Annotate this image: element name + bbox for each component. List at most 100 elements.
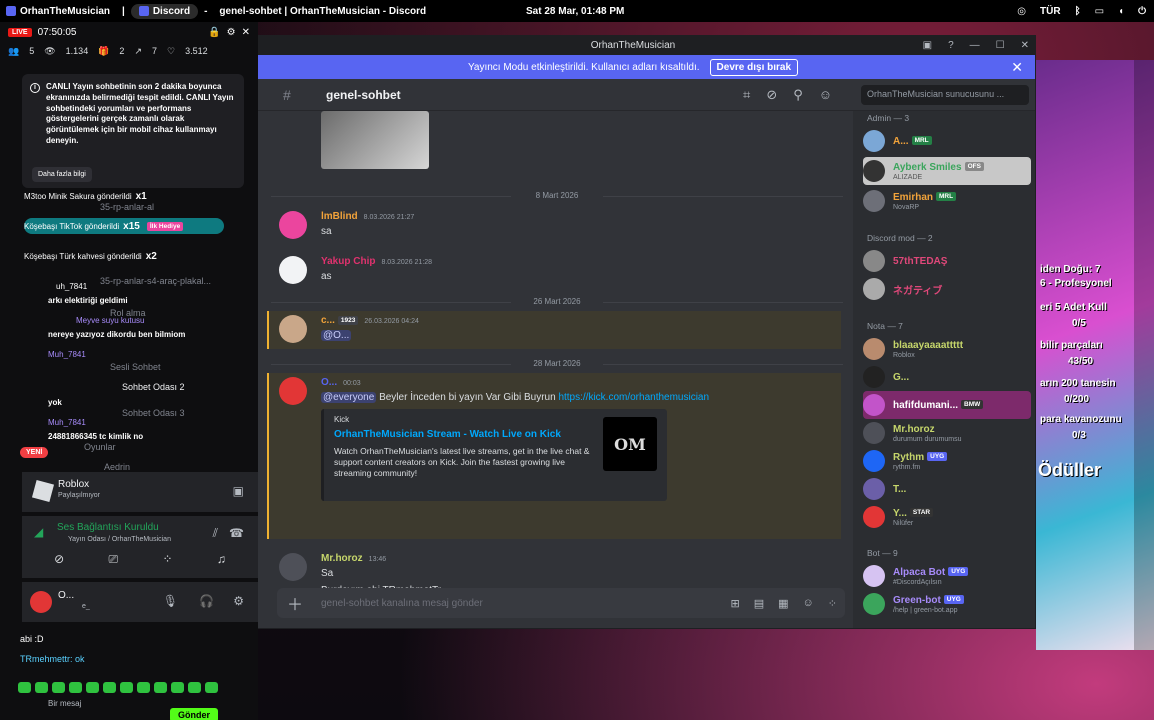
language-indicator[interactable]: TÜR [1040, 6, 1061, 17]
channel-item[interactable]: Aedrin [104, 462, 130, 472]
pin-icon[interactable]: ⚲ [793, 87, 803, 103]
member-item[interactable]: Green-bot UYG/help | green-bot.app [863, 590, 1031, 618]
sticker-icon[interactable]: ▦ [778, 597, 788, 610]
channel-category[interactable]: Sesli Sohbet [110, 362, 161, 372]
avatar[interactable] [30, 591, 52, 613]
emote-icon[interactable] [137, 682, 150, 693]
headphones-icon[interactable]: 🎧 [199, 594, 214, 608]
message-author[interactable]: Yakup Chip [321, 256, 375, 267]
avatar[interactable] [279, 256, 307, 284]
soundboard-button[interactable]: ♫ [217, 552, 226, 567]
help-icon[interactable]: ? [948, 40, 954, 51]
apps-icon[interactable]: ⁘ [828, 597, 837, 610]
settings-icon[interactable]: ◎ [1017, 6, 1026, 17]
settings-icon[interactable]: ⚙ [227, 27, 236, 38]
maximize-button[interactable]: ☐ [996, 40, 1005, 51]
members-icon[interactable]: ☺ [819, 87, 832, 103]
member-item[interactable]: G... [863, 363, 1031, 391]
gift-icon[interactable]: ⊞ [731, 597, 740, 610]
chat-username[interactable]: uh_7841 [56, 282, 258, 291]
share-screen-icon[interactable]: ▣ [233, 484, 244, 498]
taskbar-app-orhan[interactable]: OrhanTheMusician [0, 6, 116, 17]
member-item[interactable]: ネガティブ [863, 275, 1031, 303]
member-item[interactable]: 57thTEDAŞ [863, 247, 1031, 275]
camera-off-button[interactable]: ⊘ [54, 552, 64, 567]
channel-category[interactable]: Oyunlar [84, 442, 116, 452]
taskbar-window-title[interactable]: genel-sohbet | OrhanTheMusician - Discor… [213, 6, 432, 17]
threads-icon[interactable]: ⌗ [743, 87, 750, 103]
emote-icon[interactable] [52, 682, 65, 693]
chat-username[interactable]: Muh_7841 [48, 418, 258, 427]
banner-close-icon[interactable]: ✕ [1011, 59, 1023, 76]
member-item[interactable]: Mr.horoz durumum durumumsu [863, 419, 1031, 447]
emote-icon[interactable] [35, 682, 48, 693]
add-attachment-icon[interactable]: ＋ [287, 591, 303, 615]
emote-icon[interactable] [205, 682, 218, 693]
member-item[interactable]: blaaayaaaattttt Roblox [863, 335, 1031, 363]
discord-title: OrhanTheMusician [590, 40, 676, 51]
avatar[interactable] [279, 377, 307, 405]
disable-streamer-mode-button[interactable]: Devre dışı bırak [709, 58, 799, 76]
message-author[interactable]: O... [321, 377, 337, 388]
emote-icon[interactable] [188, 682, 201, 693]
embed-thumbnail[interactable]: OM [603, 417, 657, 471]
user-settings-icon[interactable]: ⚙ [233, 594, 244, 608]
chat-username[interactable]: Muh_7841 [48, 350, 258, 359]
close-overlay-icon[interactable]: ✕ [242, 27, 250, 38]
screen-icon[interactable]: ▭ [1095, 6, 1104, 17]
emoji-icon[interactable]: ☺ [803, 597, 814, 610]
user-name[interactable]: O... [58, 590, 74, 601]
search-input[interactable]: OrhanTheMusician sunucusunu ... [861, 85, 1029, 105]
emote-icon[interactable] [18, 682, 31, 693]
emote-icon[interactable] [154, 682, 167, 693]
microphone-icon[interactable]: 🎙 [163, 594, 178, 608]
message-author[interactable]: Mr.horoz [321, 553, 363, 564]
send-button[interactable]: Gönder [170, 708, 218, 720]
avatar[interactable] [279, 211, 307, 239]
activities-button[interactable]: ⁘ [162, 552, 172, 567]
channel-item[interactable]: Sohbet Odası 3 [122, 408, 185, 418]
chat-input[interactable]: Bir mesaj [48, 699, 88, 709]
screen-share-button[interactable]: ⎚ [109, 552, 119, 567]
emote-icon[interactable] [120, 682, 133, 693]
power-icon[interactable]: ⏻ [1138, 6, 1146, 17]
message-author[interactable]: c... [321, 315, 335, 326]
learn-more-button[interactable]: Daha fazla bilgi [32, 166, 92, 182]
message-author[interactable]: lmBlind [321, 211, 358, 222]
channel-item[interactable]: 35-rp-anlar-al [100, 202, 154, 212]
inbox-icon[interactable]: ▣ [923, 40, 932, 51]
member-item[interactable]: Ayberk Smiles OFS ALIZADE [863, 157, 1031, 185]
member-item[interactable]: Emirhan MRL NovaRP [863, 187, 1031, 215]
taskbar-app-discord[interactable]: Discord [130, 3, 199, 19]
os-clock[interactable]: Sat 28 Mar, 01:48 PM [520, 6, 630, 17]
emote-icon[interactable] [86, 682, 99, 693]
member-item[interactable]: hafifdumani... BMW [863, 391, 1031, 419]
voice-status[interactable]: Ses Bağlantısı Kuruldu [57, 522, 159, 533]
lock-icon[interactable]: 🔒 [208, 27, 220, 38]
member-item[interactable]: A... MRL [863, 127, 1031, 155]
noise-suppression-icon[interactable]: ⫽ [213, 526, 218, 541]
member-item[interactable]: Alpaca Bot UYG #DiscordAçılsın [863, 562, 1031, 590]
gif-icon[interactable]: ▤ [754, 597, 764, 610]
bluetooth-icon[interactable]: ᛒ [1075, 6, 1081, 17]
disconnect-icon[interactable]: ☎ [229, 526, 244, 540]
channel-item-sohbet-odasi-2[interactable]: Sohbet Odası 2 [122, 382, 185, 392]
user-mention[interactable]: @O... [321, 330, 352, 341]
message-link[interactable]: https://kick.com/orhanthemusician [558, 392, 709, 403]
avatar[interactable] [279, 315, 307, 343]
emote-icon[interactable] [69, 682, 82, 693]
everyone-mention[interactable]: @everyone [321, 392, 377, 403]
volume-icon[interactable]: ◖ [1118, 6, 1124, 17]
avatar[interactable] [279, 553, 307, 581]
image-attachment[interactable] [321, 111, 429, 169]
emote-icon[interactable] [171, 682, 184, 693]
member-item[interactable]: Y... STAR Nilüfer [863, 503, 1031, 531]
close-button[interactable]: ✕ [1021, 40, 1029, 51]
notification-icon[interactable]: ⊘ [766, 87, 777, 103]
emote-icon[interactable] [103, 682, 116, 693]
minimize-button[interactable]: — [970, 40, 980, 51]
member-item[interactable]: T... [863, 475, 1031, 503]
message-composer[interactable]: ＋ genel-sohbet kanalına mesaj gönder ⊞ ▤… [277, 588, 845, 618]
avatar [863, 422, 885, 444]
member-item[interactable]: Rythm UYG rythm.fm [863, 447, 1031, 475]
